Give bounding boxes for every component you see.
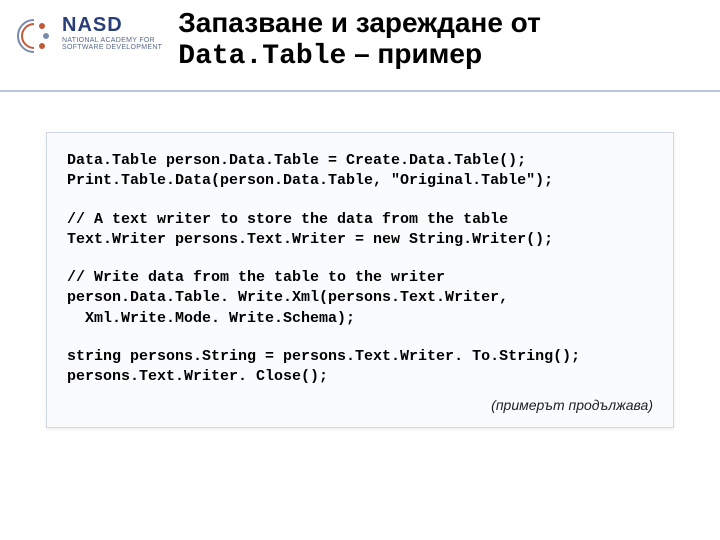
slide-title: Запазване и зареждане от Data.Table – пр… (162, 8, 708, 73)
code-line: string persons.String = persons.Text.Wri… (67, 347, 653, 367)
title-line-2: Data.Table – пример (178, 39, 708, 73)
code-line: // A text writer to store the data from … (67, 210, 653, 230)
title-suffix: – пример (346, 38, 482, 69)
code-line: // Write data from the table to the writ… (67, 268, 653, 288)
logo-icon (12, 14, 56, 58)
logo-subtitle: NATIONAL ACADEMY FOR SOFTWARE DEVELOPMEN… (62, 37, 162, 51)
continues-note: (примерът продължава) (67, 397, 653, 413)
title-code-token: Data.Table (178, 41, 346, 72)
code-line: Text.Writer persons.Text.Writer = new St… (67, 230, 653, 250)
code-line: Print.Table.Data(person.Data.Table, "Ori… (67, 171, 653, 191)
code-line: persons.Text.Writer. Close(); (67, 367, 653, 387)
code-block: Data.Table person.Data.Table = Create.Da… (46, 132, 674, 428)
code-line: person.Data.Table. Write.Xml(persons.Tex… (67, 288, 653, 308)
code-line: Xml.Write.Mode. Write.Schema); (67, 309, 653, 329)
logo: NASD NATIONAL ACADEMY FOR SOFTWARE DEVEL… (12, 14, 162, 58)
title-line-1: Запазване и зареждане от (178, 8, 708, 39)
slide-header: NASD NATIONAL ACADEMY FOR SOFTWARE DEVEL… (0, 0, 720, 92)
code-line: Data.Table person.Data.Table = Create.Da… (67, 151, 653, 171)
logo-title: NASD (62, 14, 162, 37)
logo-text: NASD NATIONAL ACADEMY FOR SOFTWARE DEVEL… (62, 14, 162, 51)
